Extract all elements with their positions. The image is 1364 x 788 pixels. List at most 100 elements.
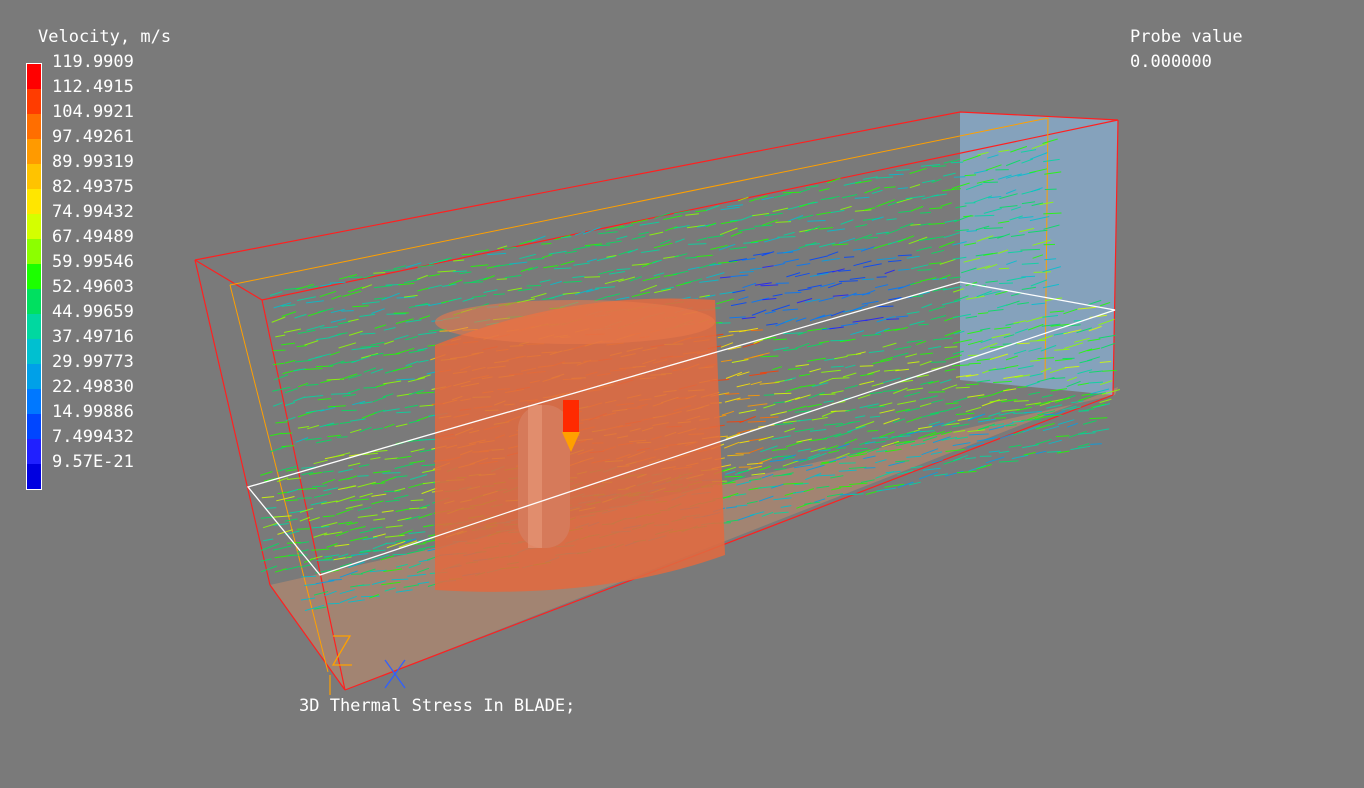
- velocity-vector: [396, 455, 412, 459]
- velocity-vector: [417, 287, 431, 292]
- velocity-vector: [807, 357, 826, 362]
- velocity-vector: [422, 524, 434, 528]
- velocity-vector: [834, 355, 848, 360]
- velocity-vector: [270, 446, 287, 453]
- velocity-vector: [717, 260, 738, 264]
- velocity-vector: [639, 221, 660, 226]
- velocity-vector: [271, 316, 286, 323]
- velocity-vector: [796, 263, 811, 267]
- velocity-vector: [956, 470, 977, 474]
- velocity-vector: [910, 264, 929, 270]
- velocity-vector: [818, 297, 835, 302]
- velocity-vector: [848, 420, 861, 424]
- velocity-vector: [297, 497, 312, 499]
- velocity-vector: [1055, 435, 1070, 438]
- velocity-vector: [357, 514, 378, 518]
- velocity-vector: [392, 365, 413, 372]
- velocity-vector: [274, 374, 289, 381]
- velocity-vector: [419, 315, 431, 320]
- 3d-viewport[interactable]: [0, 0, 1364, 788]
- velocity-vector: [373, 427, 384, 431]
- velocity-vector: [906, 416, 922, 423]
- velocity-vector: [736, 383, 751, 388]
- velocity-vector: [384, 340, 394, 345]
- velocity-vector: [322, 478, 336, 485]
- legend-label: 89.99319: [52, 152, 134, 172]
- velocity-vector: [394, 475, 408, 478]
- velocity-vector: [774, 422, 794, 426]
- velocity-vector: [919, 395, 938, 401]
- velocity-vector: [382, 393, 394, 398]
- velocity-vector: [685, 213, 699, 216]
- velocity-vector: [738, 296, 749, 301]
- velocity-vector: [876, 199, 895, 208]
- velocity-vector: [783, 231, 795, 236]
- velocity-vector: [886, 318, 900, 320]
- velocity-vector: [344, 485, 355, 489]
- velocity-vector: [721, 359, 732, 363]
- velocity-vector: [337, 332, 348, 335]
- velocity-vector: [383, 380, 402, 385]
- velocity-vector: [931, 193, 947, 197]
- velocity-vector: [1082, 420, 1097, 425]
- velocity-vector: [821, 433, 842, 440]
- velocity-vector: [360, 595, 380, 598]
- velocity-vector: [348, 462, 361, 467]
- velocity-vector: [297, 487, 318, 491]
- velocity-vector: [372, 542, 388, 550]
- velocity-vector: [916, 246, 932, 252]
- velocity-vector: [729, 246, 748, 250]
- velocity-vector: [830, 365, 844, 368]
- velocity-vector: [396, 378, 415, 381]
- velocity-vector: [859, 380, 875, 386]
- legend-swatch: [27, 464, 41, 489]
- velocity-vector: [541, 243, 552, 245]
- velocity-vector: [373, 409, 385, 414]
- velocity-vector: [784, 396, 801, 403]
- velocity-vector: [519, 253, 536, 260]
- velocity-vector: [751, 309, 767, 316]
- velocity-vector: [1092, 428, 1110, 433]
- velocity-vector: [730, 219, 742, 222]
- velocity-vector: [896, 169, 910, 171]
- velocity-vector: [823, 400, 834, 403]
- velocity-vector: [324, 554, 340, 558]
- velocity-vector: [799, 188, 811, 193]
- velocity-vector: [384, 490, 401, 493]
- velocity-vector: [838, 280, 858, 282]
- legend-swatch: [27, 439, 41, 464]
- velocity-vector: [717, 334, 734, 339]
- velocity-vector: [409, 460, 426, 464]
- velocity-vector: [328, 360, 345, 367]
- velocity-vector: [395, 347, 415, 355]
- velocity-vector: [1016, 406, 1032, 412]
- velocity-vector: [660, 239, 671, 245]
- velocity-vector: [342, 394, 357, 397]
- velocity-vector: [988, 450, 1000, 453]
- velocity-vector: [699, 279, 719, 283]
- velocity-vector: [928, 391, 945, 393]
- velocity-vector: [287, 488, 299, 494]
- velocity-vector: [941, 299, 961, 306]
- velocity-vector: [294, 313, 307, 319]
- velocity-vector: [327, 602, 340, 605]
- velocity-vector: [653, 272, 665, 277]
- velocity-vector: [910, 281, 922, 286]
- velocity-vector: [285, 565, 300, 571]
- velocity-vector: [806, 403, 822, 408]
- velocity-vector: [741, 316, 756, 320]
- velocity-vector: [416, 391, 435, 394]
- velocity-vector: [942, 188, 961, 192]
- velocity-vector: [887, 260, 902, 263]
- velocity-vector: [905, 353, 918, 358]
- velocity-vector: [906, 311, 920, 315]
- velocity-vector: [305, 383, 319, 386]
- velocity-vector: [843, 181, 862, 186]
- legend-swatch: [27, 364, 41, 389]
- blade-body: [435, 298, 725, 592]
- velocity-vector: [418, 331, 437, 336]
- velocity-vector: [965, 457, 976, 460]
- velocity-vector: [696, 254, 713, 258]
- velocity-vector: [319, 290, 337, 298]
- velocity-vector: [921, 303, 933, 309]
